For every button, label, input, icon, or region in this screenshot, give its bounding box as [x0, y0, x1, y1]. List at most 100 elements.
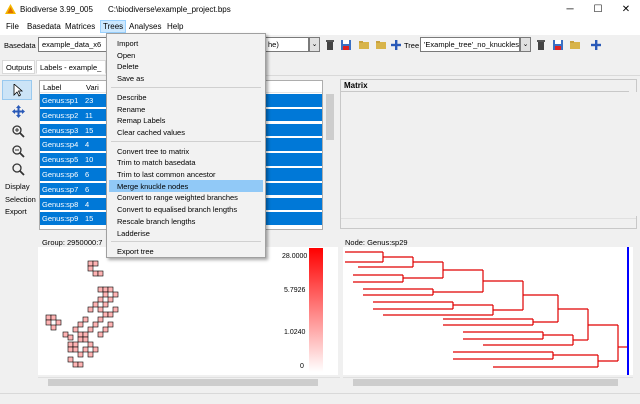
- map-cell[interactable]: [67, 356, 74, 363]
- select-tool-button[interactable]: [2, 80, 32, 100]
- map-canvas[interactable]: [38, 247, 338, 375]
- map-cell[interactable]: [72, 341, 79, 348]
- map-cell[interactable]: [97, 286, 104, 293]
- map-cell[interactable]: [87, 265, 94, 272]
- map-cell[interactable]: [45, 319, 52, 326]
- map-cell[interactable]: [102, 301, 109, 308]
- map-cell[interactable]: [77, 361, 84, 368]
- tab-labels[interactable]: Labels - example_: [36, 60, 106, 74]
- trees-menu-convert-to-equalised-branch-lengths[interactable]: Convert to equalised branch lengths: [109, 203, 263, 215]
- tree-select[interactable]: 'Example_tree'_no_knuckles: [420, 37, 520, 52]
- trees-menu-export-tree[interactable]: Export tree: [109, 245, 263, 257]
- map-cell[interactable]: [55, 319, 62, 326]
- matrix-select-dropdown[interactable]: ⌄: [309, 37, 320, 52]
- menu-matrices[interactable]: Matrices: [65, 22, 95, 31]
- map-cell[interactable]: [107, 296, 114, 303]
- menu-analyses[interactable]: Analyses: [129, 22, 161, 31]
- maximize-button[interactable]: ☐: [584, 0, 612, 19]
- trees-menu-convert-to-range-weighted-branches[interactable]: Convert to range weighted branches: [109, 191, 263, 203]
- map-cell[interactable]: [67, 346, 74, 353]
- map-cell[interactable]: [102, 291, 109, 298]
- export-tool-label[interactable]: Export: [5, 207, 27, 216]
- map-cell[interactable]: [82, 331, 89, 338]
- trees-menu-save-as[interactable]: Save as: [109, 72, 263, 84]
- trees-menu-remap-labels[interactable]: Remap Labels: [109, 114, 263, 126]
- map-cell[interactable]: [77, 351, 84, 358]
- trees-menu-trim-to-match-basedata[interactable]: Trim to match basedata: [109, 156, 263, 168]
- map-cell[interactable]: [92, 346, 99, 353]
- open-folder-alt-icon[interactable]: [375, 39, 387, 51]
- trees-menu-rename[interactable]: Rename: [109, 103, 263, 115]
- open-tree-folder-icon[interactable]: [569, 39, 581, 51]
- pan-tool-icon[interactable]: [12, 105, 25, 118]
- map-cell[interactable]: [107, 286, 114, 293]
- map-cell[interactable]: [102, 326, 109, 333]
- map-cell[interactable]: [77, 321, 84, 328]
- map-cell[interactable]: [62, 331, 69, 338]
- map-cell[interactable]: [112, 306, 119, 313]
- map-cell[interactable]: [92, 301, 99, 308]
- tree-hscroll-thumb[interactable]: [353, 379, 618, 386]
- trees-menu-convert-tree-to-matrix[interactable]: Convert tree to matrix: [109, 145, 263, 157]
- matrix-select[interactable]: he): [264, 37, 309, 52]
- map-cell[interactable]: [87, 260, 94, 267]
- map-cell[interactable]: [107, 321, 114, 328]
- menu-trees[interactable]: Trees: [100, 20, 127, 33]
- display-tool-label[interactable]: Display: [5, 182, 30, 191]
- map-cell[interactable]: [77, 331, 84, 338]
- zoom-in-icon[interactable]: [12, 125, 25, 138]
- minimize-button[interactable]: ─: [556, 0, 584, 19]
- map-cell[interactable]: [97, 270, 104, 277]
- trees-menu-merge-knuckle-nodes[interactable]: Merge knuckle nodes: [109, 179, 263, 192]
- selection-tool-label[interactable]: Selection: [5, 195, 36, 204]
- map-cell[interactable]: [67, 334, 74, 341]
- open-folder-icon[interactable]: [358, 39, 370, 51]
- trees-menu-rescale-branch-lengths[interactable]: Rescale branch lengths: [109, 215, 263, 227]
- save-matrix-icon[interactable]: [340, 39, 352, 51]
- map-cell[interactable]: [77, 336, 84, 343]
- map-cell[interactable]: [92, 260, 99, 267]
- map-cell[interactable]: [102, 311, 109, 318]
- map-hscroll[interactable]: [38, 377, 340, 387]
- map-cell[interactable]: [112, 291, 119, 298]
- map-cell[interactable]: [72, 346, 79, 353]
- matrix-hscroll[interactable]: [341, 218, 636, 228]
- save-tree-icon[interactable]: [552, 39, 564, 51]
- map-hscroll-thumb[interactable]: [48, 379, 318, 386]
- column-variety-header[interactable]: Vari: [86, 83, 99, 92]
- map-cell[interactable]: [97, 331, 104, 338]
- column-label-header[interactable]: Label: [43, 83, 61, 92]
- add-matrix-icon[interactable]: [390, 39, 402, 51]
- map-cell[interactable]: [97, 306, 104, 313]
- map-cell[interactable]: [92, 321, 99, 328]
- map-cell[interactable]: [87, 306, 94, 313]
- map-cell[interactable]: [82, 336, 89, 343]
- basedata-select[interactable]: example_data_x6: [38, 37, 108, 52]
- map-cell[interactable]: [82, 346, 89, 353]
- map-cell[interactable]: [72, 326, 79, 333]
- menu-file[interactable]: File: [6, 22, 19, 31]
- map-cell[interactable]: [102, 286, 109, 293]
- label-list-outer-scroll[interactable]: [324, 80, 336, 230]
- map-cell[interactable]: [87, 326, 94, 333]
- menu-basedata[interactable]: Basedata: [27, 22, 61, 31]
- map-cell[interactable]: [87, 351, 94, 358]
- map-cell[interactable]: [50, 314, 57, 321]
- close-button[interactable]: ✕: [612, 0, 640, 19]
- trees-menu-ladderise[interactable]: Ladderise: [109, 227, 263, 239]
- tree-canvas[interactable]: [343, 247, 633, 375]
- delete-tree-icon[interactable]: [535, 39, 547, 51]
- trees-menu-import[interactable]: Import: [109, 37, 263, 49]
- zoom-out-icon[interactable]: [12, 145, 25, 158]
- delete-matrix-icon[interactable]: [324, 39, 336, 51]
- trees-menu-trim-to-last-common-ancestor[interactable]: Trim to last common ancestor: [109, 168, 263, 180]
- trees-menu-describe[interactable]: Describe: [109, 91, 263, 103]
- map-cell[interactable]: [50, 324, 57, 331]
- zoom-fit-icon[interactable]: [12, 163, 25, 176]
- trees-menu-open[interactable]: Open: [109, 49, 263, 61]
- tree-hscroll[interactable]: [343, 377, 633, 387]
- map-cell[interactable]: [107, 311, 114, 318]
- trees-menu-delete[interactable]: Delete: [109, 60, 263, 72]
- map-cell[interactable]: [97, 296, 104, 303]
- menu-help[interactable]: Help: [167, 22, 183, 31]
